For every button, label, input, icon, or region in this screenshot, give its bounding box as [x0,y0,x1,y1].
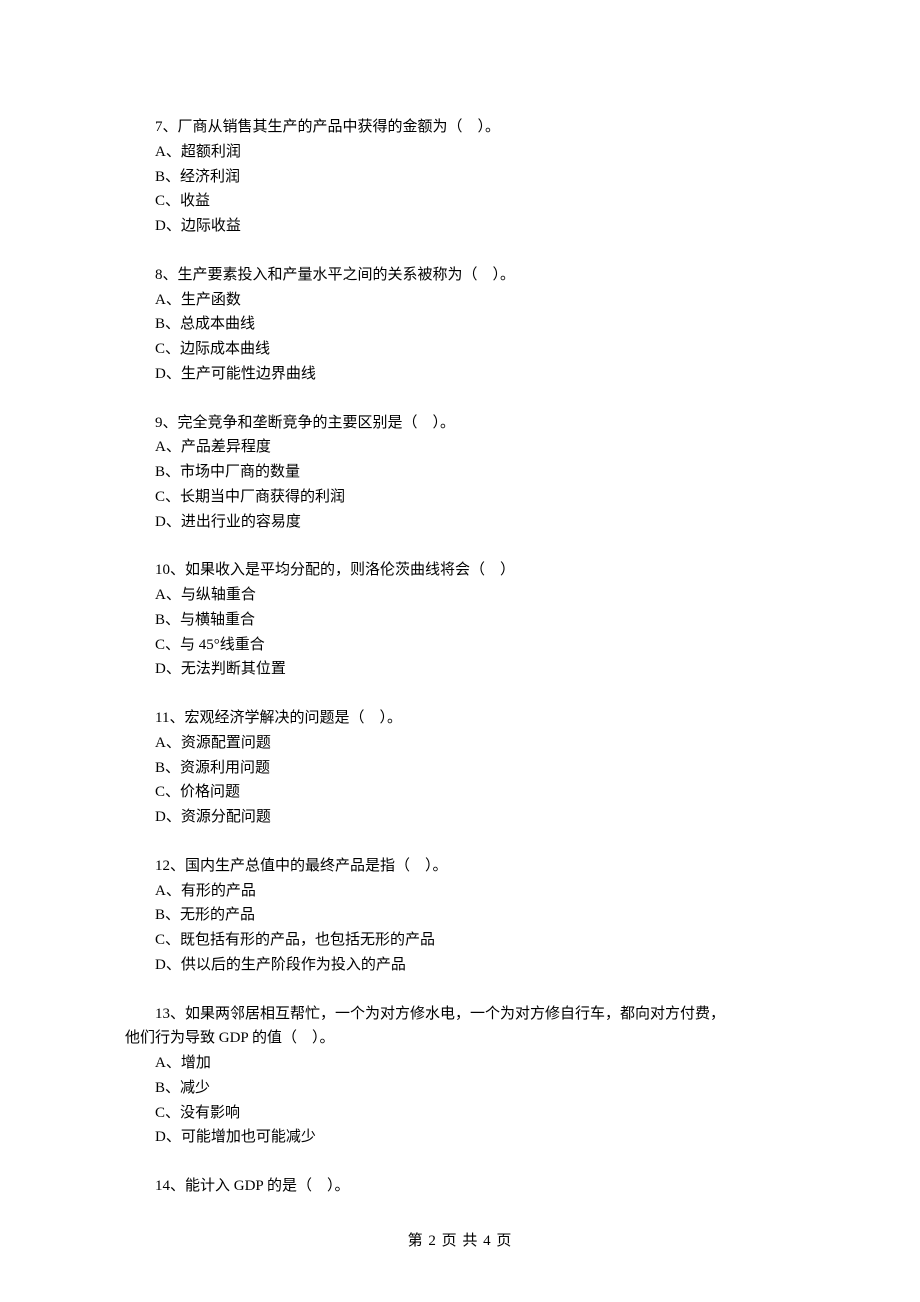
question-option: A、生产函数 [125,288,795,313]
question-option: D、生产可能性边界曲线 [125,362,795,387]
question-12: 12、国内生产总值中的最终产品是指（ ）。 A、有形的产品 B、无形的产品 C、… [125,854,795,978]
question-option: C、长期当中厂商获得的利润 [125,485,795,510]
question-option: D、资源分配问题 [125,805,795,830]
page: 7、厂商从销售其生产的产品中获得的金额为（ ）。 A、超额利润 B、经济利润 C… [0,0,920,1302]
question-stem: 9、完全竞争和垄断竞争的主要区别是（ ）。 [125,411,795,436]
question-option: C、既包括有形的产品，也包括无形的产品 [125,928,795,953]
question-option: C、边际成本曲线 [125,337,795,362]
question-option: C、价格问题 [125,780,795,805]
question-stem-cont: 他们行为导致 GDP 的值（ ）。 [125,1026,795,1051]
question-option: A、增加 [125,1051,795,1076]
question-option: A、与纵轴重合 [125,583,795,608]
question-option: D、无法判断其位置 [125,657,795,682]
question-option: B、减少 [125,1076,795,1101]
question-option: D、供以后的生产阶段作为投入的产品 [125,953,795,978]
question-option: B、无形的产品 [125,903,795,928]
question-14: 14、能计入 GDP 的是（ ）。 [125,1174,795,1199]
question-option: B、市场中厂商的数量 [125,460,795,485]
question-option: B、经济利润 [125,165,795,190]
question-stem: 11、宏观经济学解决的问题是（ ）。 [125,706,795,731]
question-option: C、没有影响 [125,1101,795,1126]
question-option: A、产品差异程度 [125,435,795,460]
page-footer: 第 2 页 共 4 页 [0,1229,920,1254]
question-stem: 13、如果两邻居相互帮忙，一个为对方修水电，一个为对方修自行车，都向对方付费， [125,1002,795,1027]
question-option: A、有形的产品 [125,879,795,904]
question-8: 8、生产要素投入和产量水平之间的关系被称为（ ）。 A、生产函数 B、总成本曲线… [125,263,795,387]
question-stem: 12、国内生产总值中的最终产品是指（ ）。 [125,854,795,879]
question-stem: 7、厂商从销售其生产的产品中获得的金额为（ ）。 [125,115,795,140]
question-option: D、边际收益 [125,214,795,239]
question-13: 13、如果两邻居相互帮忙，一个为对方修水电，一个为对方修自行车，都向对方付费， … [125,1002,795,1151]
question-option: A、超额利润 [125,140,795,165]
question-option: D、可能增加也可能减少 [125,1125,795,1150]
question-9: 9、完全竞争和垄断竞争的主要区别是（ ）。 A、产品差异程度 B、市场中厂商的数… [125,411,795,535]
question-option: B、资源利用问题 [125,756,795,781]
question-option: C、收益 [125,189,795,214]
question-option: A、资源配置问题 [125,731,795,756]
question-option: D、进出行业的容易度 [125,510,795,535]
question-7: 7、厂商从销售其生产的产品中获得的金额为（ ）。 A、超额利润 B、经济利润 C… [125,115,795,239]
question-option: C、与 45°线重合 [125,633,795,658]
question-11: 11、宏观经济学解决的问题是（ ）。 A、资源配置问题 B、资源利用问题 C、价… [125,706,795,830]
question-10: 10、如果收入是平均分配的，则洛伦茨曲线将会（ ） A、与纵轴重合 B、与横轴重… [125,558,795,682]
question-option: B、总成本曲线 [125,312,795,337]
question-stem: 10、如果收入是平均分配的，则洛伦茨曲线将会（ ） [125,558,795,583]
question-stem: 14、能计入 GDP 的是（ ）。 [125,1174,795,1199]
question-stem: 8、生产要素投入和产量水平之间的关系被称为（ ）。 [125,263,795,288]
question-option: B、与横轴重合 [125,608,795,633]
